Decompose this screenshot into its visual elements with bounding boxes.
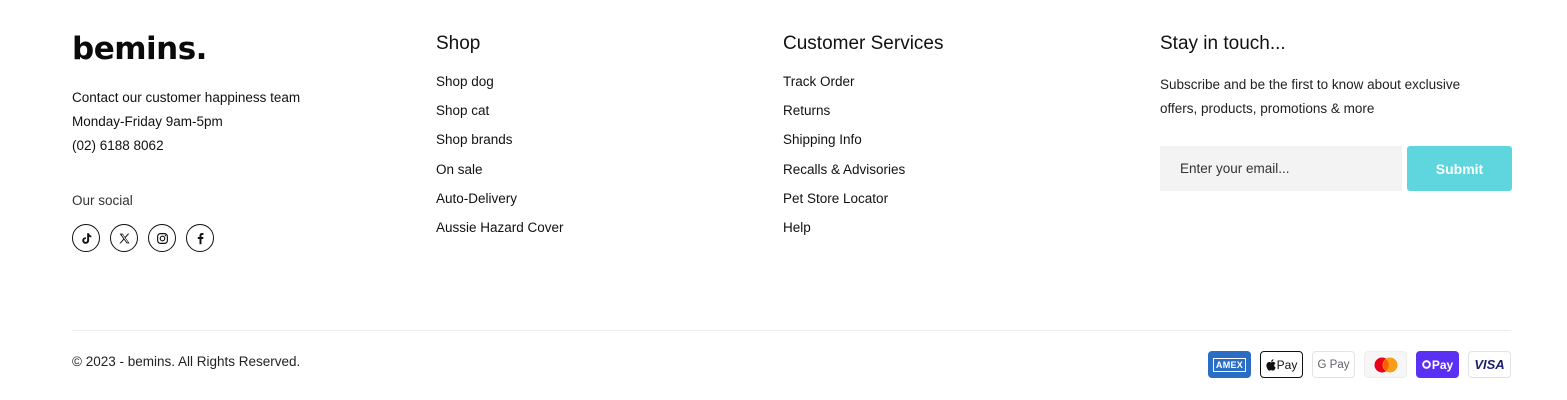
contact-info: Contact our customer happiness team Mond…	[72, 86, 392, 158]
contact-hours: Monday-Friday 9am-5pm	[72, 114, 223, 129]
social-links	[72, 224, 392, 252]
shop-pay-icon: Pay	[1416, 351, 1459, 378]
newsletter-description: Subscribe and be the first to know about…	[1160, 77, 1461, 116]
contact-line: Contact our customer happiness team	[72, 90, 301, 105]
tiktok-icon	[81, 232, 91, 244]
apple-pay-icon: Pay	[1260, 351, 1303, 378]
footer-link-shop-dog[interactable]: Shop dog	[436, 72, 736, 92]
footer-divider	[72, 330, 1511, 331]
google-pay-icon: G Pay	[1312, 351, 1355, 378]
brand-logo[interactable]: bemins.	[72, 32, 392, 68]
footer-link-shipping-info[interactable]: Shipping Info	[783, 130, 1113, 150]
instagram-icon	[156, 232, 168, 244]
footer-link-shop-cat[interactable]: Shop cat	[436, 101, 736, 121]
subscribe-form: Submit	[1160, 146, 1512, 191]
email-input[interactable]	[1160, 146, 1402, 191]
footer-newsletter-column: Stay in touch... Subscribe and be the fi…	[1160, 32, 1512, 191]
amex-icon: AMEX	[1208, 351, 1251, 378]
facebook-link[interactable]	[186, 224, 214, 252]
x-twitter-icon	[118, 233, 130, 243]
newsletter-heading: Stay in touch...	[1160, 33, 1286, 54]
services-heading: Customer Services	[783, 33, 944, 54]
footer-services-column: Customer Services Track Order Returns Sh…	[783, 32, 1113, 247]
copyright-text: © 2023 - bemins. All Rights Reserved.	[72, 354, 301, 369]
shop-heading: Shop	[436, 33, 481, 54]
x-twitter-link[interactable]	[110, 224, 138, 252]
footer-shop-column: Shop Shop dog Shop cat Shop brands On sa…	[436, 32, 736, 247]
contact-phone[interactable]: (02) 6188 8062	[72, 134, 392, 158]
services-links: Track Order Returns Shipping Info Recall…	[783, 72, 1113, 238]
visa-icon: VISA	[1468, 351, 1511, 378]
footer-link-auto-delivery[interactable]: Auto-Delivery	[436, 189, 736, 209]
mastercard-icon	[1364, 351, 1407, 378]
site-footer: bemins. Contact our customer happiness t…	[0, 0, 1567, 400]
shop-links: Shop dog Shop cat Shop brands On sale Au…	[436, 72, 736, 238]
footer-link-shop-brands[interactable]: Shop brands	[436, 130, 736, 150]
payment-methods: AMEX Pay G Pay Pay VISA	[1208, 351, 1511, 378]
footer-link-help[interactable]: Help	[783, 218, 1113, 238]
instagram-link[interactable]	[148, 224, 176, 252]
footer-link-returns[interactable]: Returns	[783, 101, 1113, 121]
footer-link-recalls[interactable]: Recalls & Advisories	[783, 160, 1113, 180]
footer-link-hazard-cover[interactable]: Aussie Hazard Cover	[436, 218, 736, 238]
footer-brand-column: bemins. Contact our customer happiness t…	[72, 32, 392, 252]
submit-button[interactable]: Submit	[1407, 146, 1512, 191]
social-label: Our social	[72, 193, 133, 208]
footer-link-track-order[interactable]: Track Order	[783, 72, 1113, 92]
footer-link-store-locator[interactable]: Pet Store Locator	[783, 189, 1113, 209]
tiktok-link[interactable]	[72, 224, 100, 252]
footer-link-on-sale[interactable]: On sale	[436, 160, 736, 180]
facebook-icon	[197, 232, 204, 244]
